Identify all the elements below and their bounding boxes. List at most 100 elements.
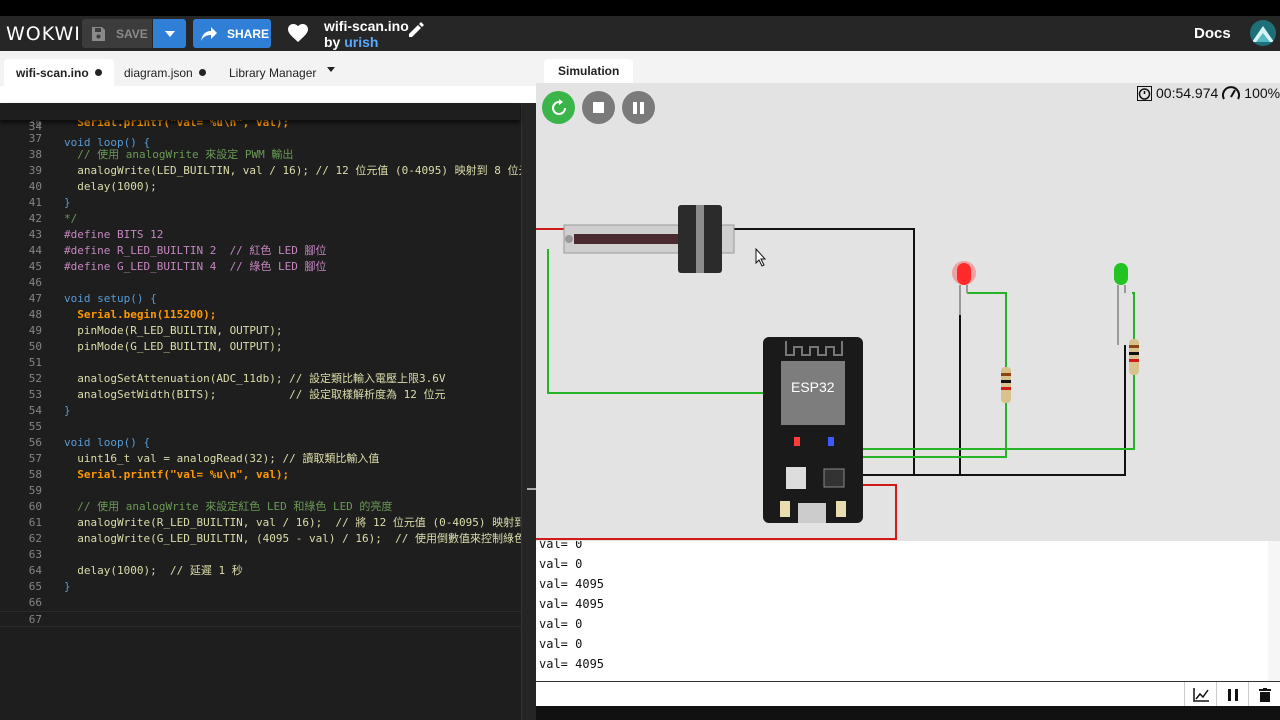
red-led[interactable] <box>952 261 976 315</box>
circuit-diagram: ESP32 <box>536 205 1139 540</box>
line-number: 43 <box>28 228 42 241</box>
serial-scrollbar[interactable] <box>1268 541 1280 681</box>
pause-icon <box>1227 688 1238 701</box>
code-row[interactable]: 58 Serial.printf("val= %u\n", val); <box>0 467 536 483</box>
code-row[interactable]: 64 delay(1000); // 延遲 1 秒 <box>0 563 536 579</box>
clear-serial-button[interactable] <box>1248 682 1280 707</box>
tab-library-manager[interactable]: Library Manager <box>217 59 328 86</box>
wokwi-logo[interactable]: WOKWI <box>6 23 81 45</box>
line-number: 41 <box>28 196 42 209</box>
code-row[interactable]: 47 void setup() { <box>0 291 536 307</box>
code-row[interactable]: 66 <box>0 595 536 611</box>
code-row[interactable]: 46 <box>0 275 536 291</box>
line-number: 44 <box>28 244 42 257</box>
code-line: } <box>64 404 71 417</box>
code-line: } <box>64 196 71 209</box>
docs-link[interactable]: Docs <box>1194 25 1231 42</box>
save-dropdown-button[interactable] <box>153 19 186 48</box>
code-row[interactable]: 67 <box>0 611 536 627</box>
editor-scrollbar[interactable] <box>521 103 537 720</box>
serial-toolbar <box>1184 682 1280 707</box>
tab-simulation[interactable]: Simulation <box>544 59 634 83</box>
line-number: 61 <box>28 516 42 529</box>
line-number: 62 <box>28 532 42 545</box>
code-row[interactable]: 63 <box>0 547 536 563</box>
code-row[interactable]: 45 #define G_LED_BUILTIN 4 // 綠色 LED 腳位 <box>0 259 536 275</box>
author-link[interactable]: urish <box>344 34 378 50</box>
code-row[interactable]: 44 #define R_LED_BUILTIN 2 // 紅色 LED 腳位 <box>0 243 536 259</box>
heart-icon[interactable] <box>288 24 308 42</box>
code-row[interactable]: 41} <box>0 195 536 211</box>
line-number: 42 <box>28 212 42 225</box>
pencil-icon[interactable] <box>409 21 425 37</box>
simulation-canvas[interactable]: 00:54.974 100% ESP32 <box>536 83 1280 541</box>
code-row[interactable]: 51 <box>0 355 536 371</box>
green-led[interactable] <box>1114 263 1128 345</box>
serial-line: val= 4095 <box>539 577 605 591</box>
serial-monitor-output[interactable]: val= 0 val= 0 val= 4095 val= 4095 val= 0 val=… <box>536 541 1280 681</box>
code-line: void loop() { <box>64 436 151 449</box>
tabs-menu-chevron-icon[interactable] <box>327 67 335 72</box>
code-row[interactable]: 42 */ <box>0 211 536 227</box>
line-number: 48 <box>28 308 42 321</box>
code-line: pinMode(R_LED_BUILTIN, OUTPUT); <box>64 324 283 337</box>
line-number: 46 <box>28 276 42 289</box>
code-row[interactable]: 62 analogWrite(G_LED_BUILTIN, (4095 - va… <box>0 531 539 547</box>
code-editor[interactable]: 34 void loop() { 36 Serial.printf("val= … <box>0 103 539 720</box>
code-row[interactable]: 60 // 使用 analogWrite 來設定紅色 LED 和綠色 LED 的… <box>0 499 536 515</box>
save-button[interactable]: SAVE <box>82 19 152 48</box>
code-row[interactable]: 57 uint16_t val = analogRead(32); // 讀取類… <box>0 451 536 467</box>
share-button[interactable]: SHARE <box>193 19 271 48</box>
resistor[interactable] <box>1001 367 1011 403</box>
line-number: 67 <box>28 613 42 626</box>
code-row[interactable]: 39 analogWrite(LED_BUILTIN, val / 16); /… <box>0 163 536 179</box>
line-number: 66 <box>28 596 42 609</box>
line-number: 58 <box>28 468 42 481</box>
code-line: delay(1000); <box>64 180 157 193</box>
code-row[interactable]: 43 #define BITS 12 <box>0 227 536 243</box>
plotter-button[interactable] <box>1184 682 1216 707</box>
code-line: delay(1000); // 延遲 1 秒 <box>64 564 243 577</box>
line-number: 53 <box>28 388 42 401</box>
code-row[interactable]: 48 Serial.begin(115200); <box>0 307 536 323</box>
code-row[interactable]: 49 pinMode(R_LED_BUILTIN, OUTPUT); <box>0 323 536 339</box>
tab-label: diagram.json <box>124 65 193 80</box>
serial-line: val= 0 <box>539 617 583 631</box>
code-row[interactable]: 61 analogWrite(R_LED_BUILTIN, val / 16);… <box>0 515 539 531</box>
esp32-board[interactable]: ESP32 <box>763 337 863 523</box>
serial-input-bar[interactable] <box>536 681 1280 707</box>
code-line: analogSetAttenuation(ADC_11db); // 設定類比輸… <box>64 372 446 385</box>
code-row[interactable]: 55 <box>0 419 536 435</box>
line-number: 47 <box>28 292 42 305</box>
code-line: */ <box>64 212 78 225</box>
code-row[interactable]: 65} <box>0 579 536 595</box>
code-line: analogWrite(G_LED_BUILTIN, (4095 - val) … <box>64 532 539 545</box>
code-row[interactable]: 59 <box>0 483 536 499</box>
tab-underline-strip <box>0 86 536 103</box>
sticky-scroll-header[interactable]: 34 void loop() { <box>0 103 520 149</box>
chevron-down-icon <box>164 30 175 37</box>
project-name[interactable]: wifi-scan.ino <box>324 18 409 34</box>
slide-potentiometer[interactable] <box>563 205 735 273</box>
resistor[interactable] <box>1129 339 1139 375</box>
user-avatar[interactable] <box>1250 20 1276 46</box>
code-row[interactable]: 52 analogSetAttenuation(ADC_11db); // 設定… <box>0 371 536 387</box>
code-line: uint16_t val = analogRead(32); // 讀取類比輸入… <box>64 452 380 465</box>
project-info: wifi-scan.ino by urish <box>324 18 409 50</box>
line-number: 34 <box>28 120 42 133</box>
code-row[interactable]: 50 pinMode(G_LED_BUILTIN, OUTPUT); <box>0 339 536 355</box>
code-row[interactable]: 40 delay(1000); <box>0 179 536 195</box>
tab-wifi-scan-ino[interactable]: wifi-scan.ino <box>4 59 114 86</box>
code-row[interactable]: 53 analogSetWidth(BITS); // 設定取樣解析度為 12 … <box>0 387 536 403</box>
code-line: // 使用 analogWrite 來設定紅色 LED 和綠色 LED 的亮度 <box>64 500 393 513</box>
tab-diagram-json[interactable]: diagram.json <box>112 59 218 86</box>
pause-serial-button[interactable] <box>1216 682 1248 707</box>
code-row[interactable]: 56 void loop() { <box>0 435 536 451</box>
code-line: } <box>64 580 71 593</box>
serial-line: val= 0 <box>539 557 583 571</box>
tab-label: Library Manager <box>229 65 317 80</box>
code-line: analogWrite(LED_BUILTIN, val / 16); // 1… <box>64 164 530 177</box>
code-row[interactable]: 54} <box>0 403 536 419</box>
editor-tabs: wifi-scan.ino diagram.json Library Manag… <box>0 51 536 86</box>
code-line: Serial.begin(115200); <box>64 308 217 321</box>
